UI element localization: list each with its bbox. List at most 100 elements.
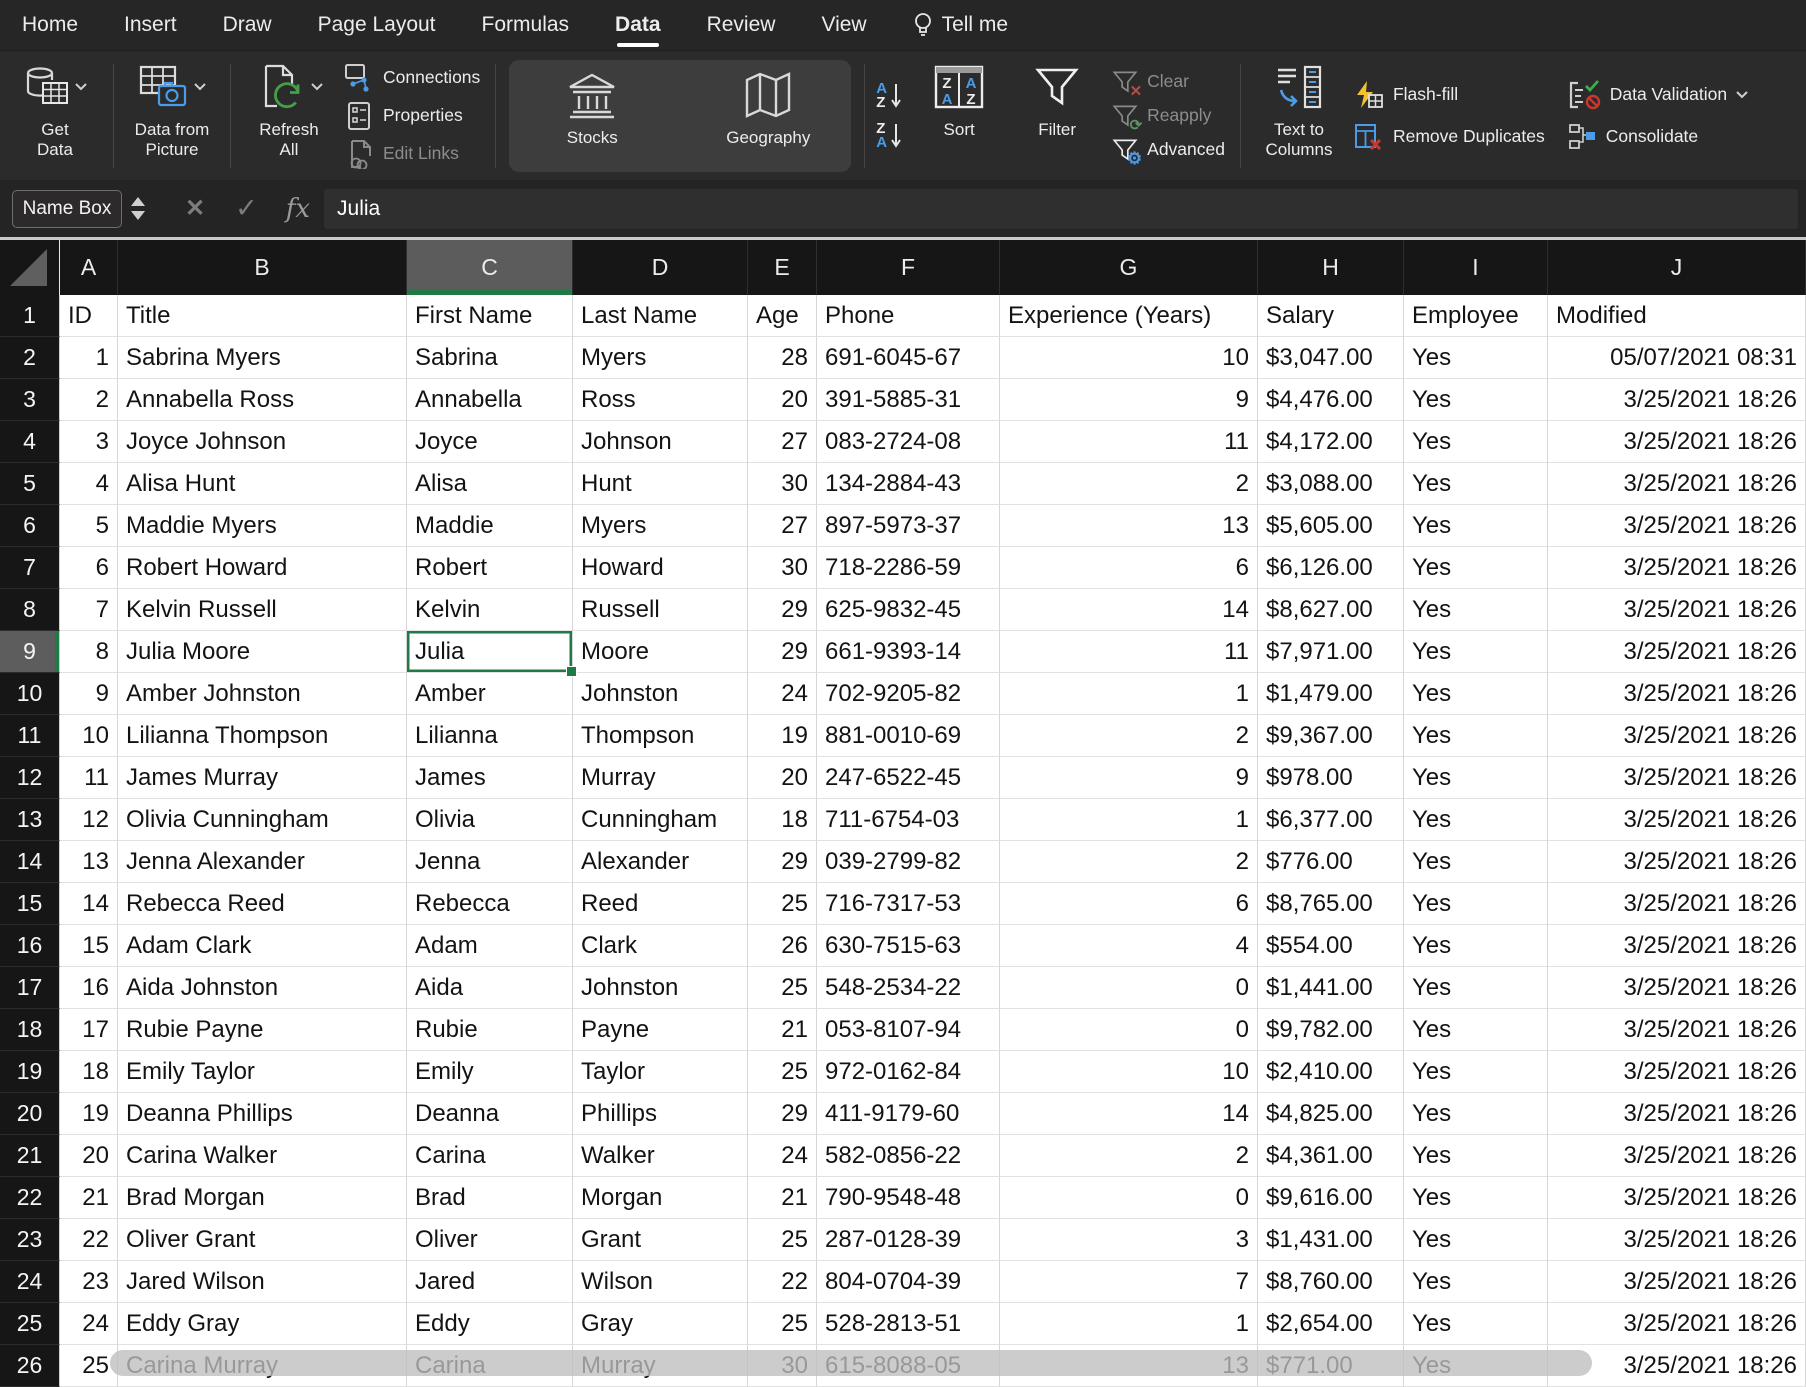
cell-D4[interactable]: Johnson — [573, 421, 748, 463]
cell-C20[interactable]: Deanna — [407, 1093, 573, 1135]
cell-A26[interactable]: 25 — [60, 1345, 118, 1387]
cell-J10[interactable]: 3/25/2021 18:26 — [1548, 673, 1806, 715]
cell-I6[interactable]: Yes — [1404, 505, 1548, 547]
cell-I23[interactable]: Yes — [1404, 1219, 1548, 1261]
stocks-button[interactable]: Stocks — [543, 65, 641, 167]
cell-C15[interactable]: Rebecca — [407, 883, 573, 925]
cell-H7[interactable]: $6,126.00 — [1258, 547, 1404, 589]
cell-F18[interactable]: 053-8107-94 — [817, 1009, 1000, 1051]
refresh-all-button[interactable]: Refresh All — [240, 57, 338, 175]
cell-C16[interactable]: Adam — [407, 925, 573, 967]
cell-D3[interactable]: Ross — [573, 379, 748, 421]
cell-G4[interactable]: 11 — [1000, 421, 1258, 463]
cell-C11[interactable]: Lilianna — [407, 715, 573, 757]
cell-A6[interactable]: 5 — [60, 505, 118, 547]
cell-J20[interactable]: 3/25/2021 18:26 — [1548, 1093, 1806, 1135]
cell-H3[interactable]: $4,476.00 — [1258, 379, 1404, 421]
cell-J18[interactable]: 3/25/2021 18:26 — [1548, 1009, 1806, 1051]
cell-J9[interactable]: 3/25/2021 18:26 — [1548, 631, 1806, 673]
column-header-C[interactable]: C — [407, 240, 573, 295]
cell-E15[interactable]: 25 — [748, 883, 817, 925]
cell-D24[interactable]: Wilson — [573, 1261, 748, 1303]
cell-A5[interactable]: 4 — [60, 463, 118, 505]
cell-G6[interactable]: 13 — [1000, 505, 1258, 547]
cell-H19[interactable]: $2,410.00 — [1258, 1051, 1404, 1093]
menu-item-review[interactable]: Review — [707, 0, 776, 50]
row-header-10[interactable]: 10 — [0, 673, 60, 715]
cell-A18[interactable]: 17 — [60, 1009, 118, 1051]
cell-F24[interactable]: 804-0704-39 — [817, 1261, 1000, 1303]
flash-fill-button[interactable]: Flash-fill — [1354, 80, 1545, 110]
cell-G20[interactable]: 14 — [1000, 1093, 1258, 1135]
data-validation-button[interactable]: Data Validation — [1567, 79, 1748, 110]
cell-D6[interactable]: Myers — [573, 505, 748, 547]
cell-H15[interactable]: $8,765.00 — [1258, 883, 1404, 925]
cell-I20[interactable]: Yes — [1404, 1093, 1548, 1135]
cell-E20[interactable]: 29 — [748, 1093, 817, 1135]
cell-C3[interactable]: Annabella — [407, 379, 573, 421]
cell-F3[interactable]: 391-5885-31 — [817, 379, 1000, 421]
cell-D5[interactable]: Hunt — [573, 463, 748, 505]
cell-E4[interactable]: 27 — [748, 421, 817, 463]
reapply-filter-button[interactable]: ⟳ Reapply — [1112, 103, 1225, 133]
cell-F19[interactable]: 972-0162-84 — [817, 1051, 1000, 1093]
cell-E10[interactable]: 24 — [748, 673, 817, 715]
row-header-18[interactable]: 18 — [0, 1009, 60, 1051]
cell-E6[interactable]: 27 — [748, 505, 817, 547]
cell-D1[interactable]: Last Name — [573, 295, 748, 337]
cell-H1[interactable]: Salary — [1258, 295, 1404, 337]
cancel-icon[interactable]: ✕ — [185, 196, 205, 221]
cell-H21[interactable]: $4,361.00 — [1258, 1135, 1404, 1177]
cell-G12[interactable]: 9 — [1000, 757, 1258, 799]
cell-F12[interactable]: 247-6522-45 — [817, 757, 1000, 799]
cell-G3[interactable]: 9 — [1000, 379, 1258, 421]
cell-A8[interactable]: 7 — [60, 589, 118, 631]
row-header-19[interactable]: 19 — [0, 1051, 60, 1093]
cell-H5[interactable]: $3,088.00 — [1258, 463, 1404, 505]
cell-B12[interactable]: James Murray — [118, 757, 407, 799]
cell-I18[interactable]: Yes — [1404, 1009, 1548, 1051]
cell-J16[interactable]: 3/25/2021 18:26 — [1548, 925, 1806, 967]
menu-item-tell-me[interactable]: Tell me — [913, 0, 1008, 50]
cell-C19[interactable]: Emily — [407, 1051, 573, 1093]
cell-D25[interactable]: Gray — [573, 1303, 748, 1345]
cell-J17[interactable]: 3/25/2021 18:26 — [1548, 967, 1806, 1009]
cell-A13[interactable]: 12 — [60, 799, 118, 841]
cell-E1[interactable]: Age — [748, 295, 817, 337]
cell-F23[interactable]: 287-0128-39 — [817, 1219, 1000, 1261]
cell-E14[interactable]: 29 — [748, 841, 817, 883]
cell-C1[interactable]: First Name — [407, 295, 573, 337]
cell-D18[interactable]: Payne — [573, 1009, 748, 1051]
cell-I10[interactable]: Yes — [1404, 673, 1548, 715]
confirm-icon[interactable]: ✓ — [235, 195, 258, 222]
cell-G18[interactable]: 0 — [1000, 1009, 1258, 1051]
consolidate-button[interactable]: Consolidate — [1567, 122, 1748, 152]
cell-B14[interactable]: Jenna Alexander — [118, 841, 407, 883]
cell-C24[interactable]: Jared — [407, 1261, 573, 1303]
menu-item-formulas[interactable]: Formulas — [482, 0, 570, 50]
cell-G22[interactable]: 0 — [1000, 1177, 1258, 1219]
cell-F9[interactable]: 661-9393-14 — [817, 631, 1000, 673]
cell-J5[interactable]: 3/25/2021 18:26 — [1548, 463, 1806, 505]
row-header-9[interactable]: 9 — [0, 631, 60, 673]
cell-D22[interactable]: Morgan — [573, 1177, 748, 1219]
cell-D19[interactable]: Taylor — [573, 1051, 748, 1093]
cell-G10[interactable]: 1 — [1000, 673, 1258, 715]
cell-F5[interactable]: 134-2884-43 — [817, 463, 1000, 505]
row-header-14[interactable]: 14 — [0, 841, 60, 883]
edit-links-button[interactable]: Edit Links — [344, 139, 480, 169]
fill-handle[interactable] — [566, 666, 577, 677]
cell-H20[interactable]: $4,825.00 — [1258, 1093, 1404, 1135]
cell-J22[interactable]: 3/25/2021 18:26 — [1548, 1177, 1806, 1219]
cell-G24[interactable]: 7 — [1000, 1261, 1258, 1303]
cell-E16[interactable]: 26 — [748, 925, 817, 967]
cell-F6[interactable]: 897-5973-37 — [817, 505, 1000, 547]
cell-H25[interactable]: $2,654.00 — [1258, 1303, 1404, 1345]
cell-F7[interactable]: 718-2286-59 — [817, 547, 1000, 589]
cell-B15[interactable]: Rebecca Reed — [118, 883, 407, 925]
cell-A1[interactable]: ID — [60, 295, 118, 337]
cell-D12[interactable]: Murray — [573, 757, 748, 799]
cell-I4[interactable]: Yes — [1404, 421, 1548, 463]
cell-D9[interactable]: Moore — [573, 631, 748, 673]
cell-G16[interactable]: 4 — [1000, 925, 1258, 967]
